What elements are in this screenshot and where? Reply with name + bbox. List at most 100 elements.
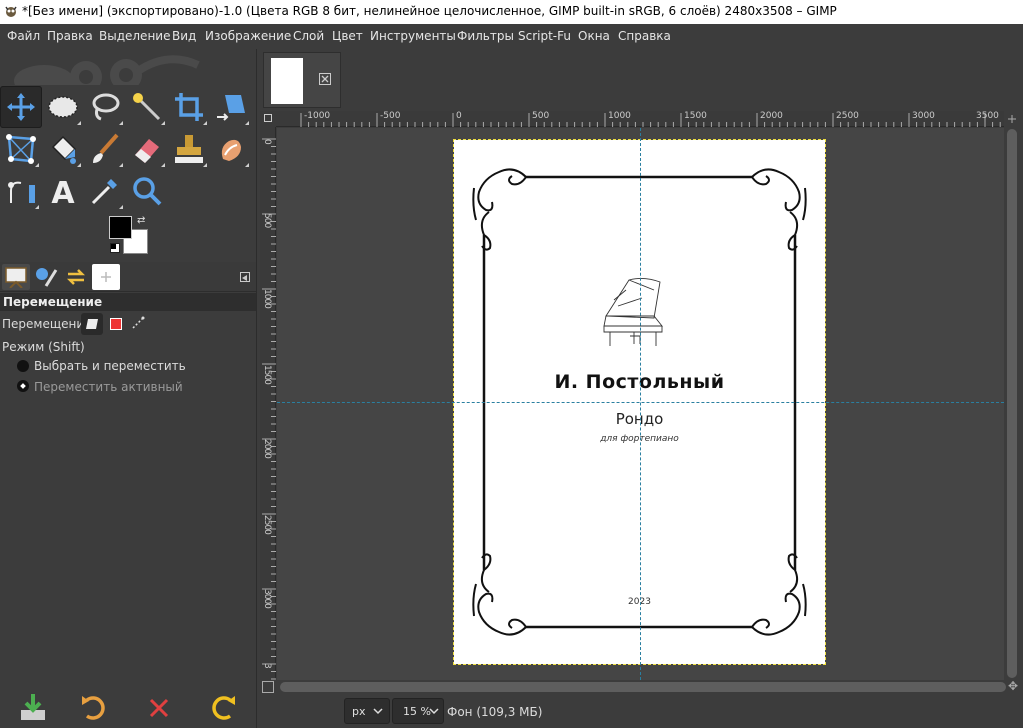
horizontal-scrollbar[interactable] bbox=[276, 680, 1006, 694]
zoom-on-resize-toggle[interactable] bbox=[1004, 111, 1020, 127]
ruler-label: 1000 bbox=[608, 111, 631, 121]
mode-label: Режим (Shift) bbox=[2, 340, 85, 354]
title-bar: *[Без имени] (экспортировано)-1.0 (Цвета… bbox=[0, 0, 1023, 24]
gimp-app-icon bbox=[5, 6, 17, 17]
fuzzy-select-button[interactable] bbox=[126, 86, 168, 128]
move-tool-button[interactable] bbox=[0, 86, 42, 128]
quick-mask-menu[interactable] bbox=[260, 111, 276, 127]
paths-icon bbox=[8, 181, 35, 203]
horizontal-scroll-thumb[interactable] bbox=[280, 682, 1006, 692]
menu-edit[interactable]: Правка bbox=[47, 29, 93, 43]
unified-transform-icon bbox=[217, 95, 245, 121]
ruler-label: 1000 bbox=[262, 289, 272, 308]
menu-help[interactable]: Справка bbox=[618, 29, 671, 43]
free-select-button[interactable] bbox=[84, 86, 126, 128]
fuzzy-select-icon bbox=[133, 93, 161, 121]
ruler-label: 2500 bbox=[836, 111, 859, 121]
default-colors-icon[interactable] bbox=[110, 243, 120, 253]
ellipse-select-button[interactable] bbox=[42, 86, 84, 128]
pick-move-radio[interactable] bbox=[17, 360, 29, 372]
plus-icon bbox=[101, 272, 111, 282]
menu-windows[interactable]: Окна bbox=[578, 29, 610, 43]
horizontal-guide[interactable] bbox=[277, 402, 1004, 403]
eraser-icon bbox=[135, 139, 159, 163]
paths-button[interactable] bbox=[0, 170, 42, 212]
menu-file[interactable]: Файл bbox=[7, 29, 40, 43]
ruler-label: -500 bbox=[380, 111, 401, 121]
bucket-fill-button[interactable] bbox=[42, 128, 84, 170]
eraser-button[interactable] bbox=[126, 128, 168, 170]
menu-script-fu[interactable]: Script-Fu bbox=[518, 29, 571, 43]
move-active-radio[interactable] bbox=[17, 380, 29, 392]
resize-icon bbox=[1008, 115, 1016, 123]
vertical-scroll-thumb[interactable] bbox=[1007, 129, 1017, 678]
ruler-label: 2000 bbox=[760, 111, 783, 121]
piano-illustration-icon bbox=[603, 277, 663, 346]
close-tab-icon[interactable] bbox=[319, 73, 331, 85]
restore-options-icon[interactable] bbox=[79, 692, 111, 724]
tab-undo-history[interactable] bbox=[62, 264, 90, 290]
menu-select[interactable]: Выделение bbox=[99, 29, 170, 43]
menu-image[interactable]: Изображение bbox=[205, 29, 291, 43]
reset-options-icon[interactable] bbox=[206, 692, 238, 724]
zoom-select[interactable]: 15 % bbox=[392, 698, 444, 724]
color-picker-button[interactable] bbox=[84, 170, 126, 212]
foreground-color-swatch[interactable] bbox=[109, 216, 132, 239]
menu-view[interactable]: Вид bbox=[172, 29, 196, 43]
horizontal-ruler[interactable]: -1000 -500 0 500 1000 1500 2000 2500 300… bbox=[276, 111, 1004, 127]
crop-button[interactable] bbox=[168, 86, 210, 128]
move-layer-toggle[interactable] bbox=[81, 313, 103, 335]
dock-menu-icon[interactable] bbox=[240, 272, 250, 282]
unified-transform-button[interactable] bbox=[210, 86, 252, 128]
menu-tools[interactable]: Инструменты bbox=[370, 29, 456, 43]
ruler-label: 500 bbox=[532, 111, 550, 121]
ruler-label: 1500 bbox=[684, 111, 707, 121]
ruler-label: 3000 bbox=[262, 589, 272, 608]
zoom-icon bbox=[133, 177, 162, 206]
ruler-label: 500 bbox=[262, 213, 272, 228]
menu-layer[interactable]: Слой bbox=[293, 29, 324, 43]
tab-images[interactable] bbox=[92, 264, 120, 290]
ruler-label: 2500 bbox=[262, 515, 272, 534]
navigate-icon[interactable] bbox=[262, 681, 274, 693]
swap-colors-icon[interactable]: ⇄ bbox=[137, 216, 146, 226]
image-tab[interactable] bbox=[263, 52, 341, 108]
ruler-label: 3 bbox=[262, 663, 272, 669]
unit-select[interactable]: px bbox=[344, 698, 390, 724]
navigation-preview-icon[interactable]: ✥ bbox=[1008, 680, 1020, 692]
vertical-scrollbar[interactable] bbox=[1004, 127, 1020, 680]
move-path-toggle[interactable] bbox=[131, 316, 145, 330]
layer-mode-icon bbox=[86, 319, 98, 329]
text-tool-glyph: A bbox=[51, 176, 75, 207]
zoom-button[interactable] bbox=[126, 170, 168, 212]
move-selection-toggle[interactable] bbox=[110, 318, 122, 330]
tab-tool-options[interactable] bbox=[2, 264, 30, 290]
warp-transform-button[interactable] bbox=[0, 128, 42, 170]
vertical-ruler[interactable]: 0 500 1000 1500 2000 2500 3000 3 bbox=[260, 127, 276, 680]
ruler-label: 3000 bbox=[912, 111, 935, 121]
tool-options-title: Перемещение bbox=[0, 293, 256, 311]
delete-options-icon[interactable] bbox=[143, 692, 175, 724]
save-options-icon[interactable] bbox=[17, 692, 49, 724]
text-tool-button[interactable]: A bbox=[42, 170, 84, 212]
ruler-label: 2000 bbox=[262, 439, 272, 458]
clone-stamp-icon bbox=[175, 135, 203, 163]
tool-options-icon bbox=[5, 267, 27, 288]
ellipse-select-icon bbox=[48, 96, 78, 118]
color-picker-icon bbox=[91, 179, 117, 205]
wilber-decoration-icon bbox=[14, 55, 200, 85]
menu-filters[interactable]: Фильтры bbox=[457, 29, 514, 43]
ruler-label: 3500 bbox=[976, 111, 999, 121]
clone-stamp-button[interactable] bbox=[168, 128, 210, 170]
text-icon: A bbox=[51, 176, 75, 207]
layer-info: Фон (109,3 МБ) bbox=[447, 705, 543, 719]
image-tab-thumbnail bbox=[271, 58, 303, 104]
ruler-label: 0 bbox=[456, 111, 462, 121]
paintbrush-button[interactable] bbox=[84, 128, 126, 170]
tab-device-status[interactable] bbox=[32, 264, 60, 290]
vertical-guide[interactable] bbox=[640, 128, 641, 680]
move-tool-icon bbox=[7, 93, 35, 121]
smudge-button[interactable] bbox=[210, 128, 252, 170]
menu-color[interactable]: Цвет bbox=[332, 29, 363, 43]
ruler-label: 1500 bbox=[262, 365, 272, 384]
